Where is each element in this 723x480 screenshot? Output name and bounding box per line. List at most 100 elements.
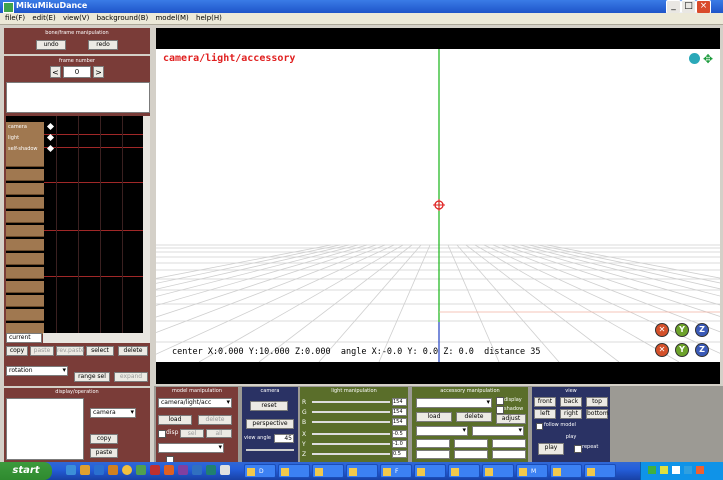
accessory-ry-field[interactable] — [454, 450, 488, 459]
frame-prev-button[interactable]: < — [50, 66, 61, 78]
accessory-bone-select[interactable] — [472, 426, 524, 436]
view-bottom-button[interactable]: bottom — [586, 409, 609, 419]
play-button[interactable]: play — [538, 443, 564, 455]
quicklaunch-browser-icon[interactable] — [94, 465, 104, 475]
taskbar-item[interactable]: M — [516, 464, 548, 478]
tray-app-icon[interactable] — [684, 466, 692, 474]
quicklaunch-app-icon[interactable] — [220, 465, 230, 475]
taskbar-item[interactable] — [346, 464, 378, 478]
accessory-select[interactable] — [416, 398, 492, 408]
quicklaunch-folder-icon[interactable] — [80, 465, 90, 475]
light-b-slider[interactable] — [312, 421, 390, 423]
light-r-value[interactable]: 154 — [392, 398, 407, 406]
accessory-shadow-checkbox[interactable] — [496, 406, 504, 414]
timeline-grid[interactable]: camera light self-shadow — [6, 116, 143, 335]
quicklaunch-app-icon[interactable] — [136, 465, 146, 475]
menu-background[interactable]: background(B) — [97, 13, 149, 24]
move-arrows-icon[interactable]: ✥ — [703, 53, 715, 65]
quicklaunch-app-icon[interactable] — [206, 465, 216, 475]
timeline-hscrollbar[interactable] — [43, 333, 150, 343]
timeline-row[interactable] — [6, 281, 44, 293]
select-button[interactable]: select — [86, 346, 114, 356]
tray-network-icon[interactable] — [648, 466, 656, 474]
quicklaunch-app-icon[interactable] — [192, 465, 202, 475]
model-delete-button[interactable]: delete — [198, 415, 232, 425]
light-x-value[interactable]: -0.5 — [392, 430, 407, 438]
move-z-control-icon[interactable]: Z — [695, 343, 709, 357]
view-angle-slider[interactable] — [246, 449, 294, 451]
camera-reset-button[interactable]: reset — [250, 401, 288, 411]
taskbar-item[interactable] — [448, 464, 480, 478]
quicklaunch-app-icon[interactable] — [178, 465, 188, 475]
accessory-parent-select[interactable] — [416, 426, 468, 436]
light-b-value[interactable]: 154 — [392, 418, 407, 426]
paste-button[interactable]: paste — [30, 346, 54, 356]
start-button[interactable]: start — [0, 462, 52, 480]
quicklaunch-app-icon[interactable] — [164, 465, 174, 475]
taskbar-item[interactable] — [414, 464, 446, 478]
accessory-adjust-button[interactable]: adjust — [496, 414, 526, 424]
model-load-button[interactable]: load — [158, 415, 192, 425]
tray-app-icon[interactable] — [696, 466, 704, 474]
display-select[interactable]: camera — [90, 408, 136, 418]
taskbar-item[interactable]: D — [244, 464, 276, 478]
repeat-checkbox[interactable] — [574, 445, 582, 453]
move-x-control-icon[interactable]: ✕ — [655, 343, 669, 357]
timeline-row[interactable] — [6, 267, 44, 279]
accessory-z-field[interactable] — [492, 439, 526, 448]
accessory-delete-button[interactable]: delete — [456, 412, 492, 422]
taskbar-item[interactable] — [278, 464, 310, 478]
menu-help[interactable]: help(H) — [196, 13, 222, 24]
menu-view[interactable]: view(V) — [63, 13, 89, 24]
taskbar-item[interactable] — [584, 464, 616, 478]
timeline-row[interactable] — [6, 253, 44, 265]
range-select-button[interactable]: range sel — [74, 372, 110, 382]
timeline-row[interactable] — [6, 239, 44, 251]
tray-app-icon[interactable] — [672, 466, 680, 474]
undo-button[interactable]: undo — [36, 40, 66, 50]
keyframe-diamond[interactable] — [46, 122, 55, 131]
move-y-control-icon[interactable]: Y — [675, 343, 689, 357]
view-angle-field[interactable]: 45 — [274, 434, 294, 443]
timeline-row[interactable] — [6, 295, 44, 307]
taskbar-item[interactable]: F — [380, 464, 412, 478]
light-y-value[interactable]: -1.0 — [392, 440, 407, 448]
camera-lens-icon[interactable] — [689, 53, 700, 64]
model-sel-button[interactable]: sel — [180, 429, 204, 438]
menu-file[interactable]: file(F) — [5, 13, 25, 24]
taskbar-item[interactable] — [550, 464, 582, 478]
light-z-value[interactable]: 0.5 — [392, 450, 407, 458]
view-back-button[interactable]: back — [560, 397, 582, 407]
timeline-row[interactable] — [6, 155, 44, 167]
accessory-rz-field[interactable] — [492, 450, 526, 459]
display-copy-button[interactable]: copy — [90, 434, 118, 444]
light-g-value[interactable]: 154 — [392, 408, 407, 416]
accessory-y-field[interactable] — [454, 439, 488, 448]
model-sub-select[interactable] — [158, 443, 224, 453]
menu-edit[interactable]: edit(E) — [32, 13, 55, 24]
accessory-display-checkbox[interactable] — [496, 397, 504, 405]
quicklaunch-desktop-icon[interactable] — [66, 465, 76, 475]
view-top-button[interactable]: top — [586, 397, 608, 407]
timeline-row[interactable] — [6, 197, 44, 209]
minimize-button[interactable]: _ — [666, 0, 681, 14]
quicklaunch-media-icon[interactable] — [108, 465, 118, 475]
copy-button[interactable]: copy — [6, 346, 28, 356]
rotate-x-control-icon[interactable]: ✕ — [655, 323, 669, 337]
light-x-slider[interactable] — [312, 433, 390, 435]
accessory-x-field[interactable] — [416, 439, 450, 448]
model-select[interactable]: camera/light/acc — [158, 398, 232, 408]
taskbar-item[interactable] — [312, 464, 344, 478]
light-z-slider[interactable] — [312, 453, 390, 455]
redo-button[interactable]: redo — [88, 40, 118, 50]
accessory-rx-field[interactable] — [416, 450, 450, 459]
timeline-row[interactable] — [6, 169, 44, 181]
view-front-button[interactable]: front — [534, 397, 556, 407]
menu-model[interactable]: model(M) — [155, 13, 188, 24]
view-right-button[interactable]: right — [560, 409, 582, 419]
display-paste-button[interactable]: paste — [90, 448, 118, 458]
display-list[interactable] — [6, 398, 84, 460]
expand-button[interactable]: expand — [114, 372, 148, 382]
light-y-slider[interactable] — [312, 443, 390, 445]
3d-view-area[interactable] — [156, 49, 720, 362]
